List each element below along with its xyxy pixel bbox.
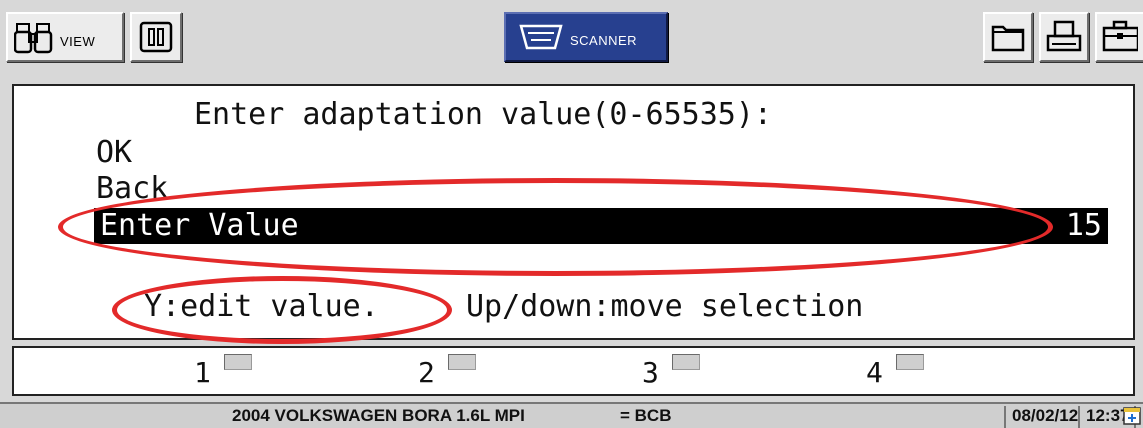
calendar-icon[interactable] [1122, 404, 1142, 426]
pause-icon [139, 21, 173, 53]
adaptation-value: 15 [1065, 208, 1102, 243]
hint-edit-value: Y:edit value. [144, 289, 379, 324]
softkey-2[interactable]: 2 [418, 352, 508, 392]
scanner-label: SCANNER [570, 33, 638, 48]
softkey-3-label: 3 [642, 356, 659, 389]
toolbox-button[interactable] [1095, 12, 1143, 62]
softkey-2-indicator [448, 354, 476, 370]
softkey-4-label: 4 [866, 356, 883, 389]
engine-code: = BCB [620, 406, 672, 425]
view-button[interactable]: VIEW [6, 12, 124, 62]
softkey-3-indicator [672, 354, 700, 370]
view-label: VIEW [60, 34, 96, 49]
vehicle-info: 2004 VOLKSWAGEN BORA 1.6L MPI [232, 406, 525, 425]
softkey-2-label: 2 [418, 356, 435, 389]
softkey-1-label: 1 [194, 356, 211, 389]
enter-value-label: Enter Value [100, 208, 299, 243]
menu-item-enter-value[interactable]: Enter Value 15 [94, 208, 1108, 244]
softkey-1-indicator [224, 354, 252, 370]
folder-button[interactable] [983, 12, 1033, 62]
status-divider [1078, 406, 1080, 428]
folder-icon [991, 25, 1025, 52]
softkey-4-indicator [896, 354, 924, 370]
softkey-1[interactable]: 1 [194, 352, 284, 392]
status-divider [1004, 406, 1006, 428]
hint-move-selection: Up/down:move selection [466, 289, 864, 324]
softkey-bar: 1 2 3 4 [12, 346, 1135, 396]
status-bar: 2004 VOLKSWAGEN BORA 1.6L MPI = BCB 08/0… [0, 402, 1143, 428]
prompt-text: Enter adaptation value(0-65535): [194, 97, 772, 132]
printer-icon [1046, 20, 1082, 52]
scanner-button[interactable]: SCANNER [504, 12, 668, 62]
status-date: 08/02/12 [1012, 406, 1079, 425]
obd-connector-icon [519, 24, 563, 50]
top-toolbar: VIEW SCANNER [0, 0, 1143, 78]
scanner-screen: Enter adaptation value(0-65535): OK Back… [12, 84, 1135, 340]
binoculars-icon [14, 23, 53, 54]
print-button[interactable] [1039, 12, 1089, 62]
menu-item-ok[interactable]: OK [96, 136, 132, 170]
softkey-4[interactable]: 4 [866, 352, 956, 392]
softkey-3[interactable]: 3 [642, 352, 732, 392]
menu-item-back[interactable]: Back [96, 172, 168, 206]
toolbox-icon [1102, 20, 1138, 52]
pause-button[interactable] [130, 12, 182, 62]
